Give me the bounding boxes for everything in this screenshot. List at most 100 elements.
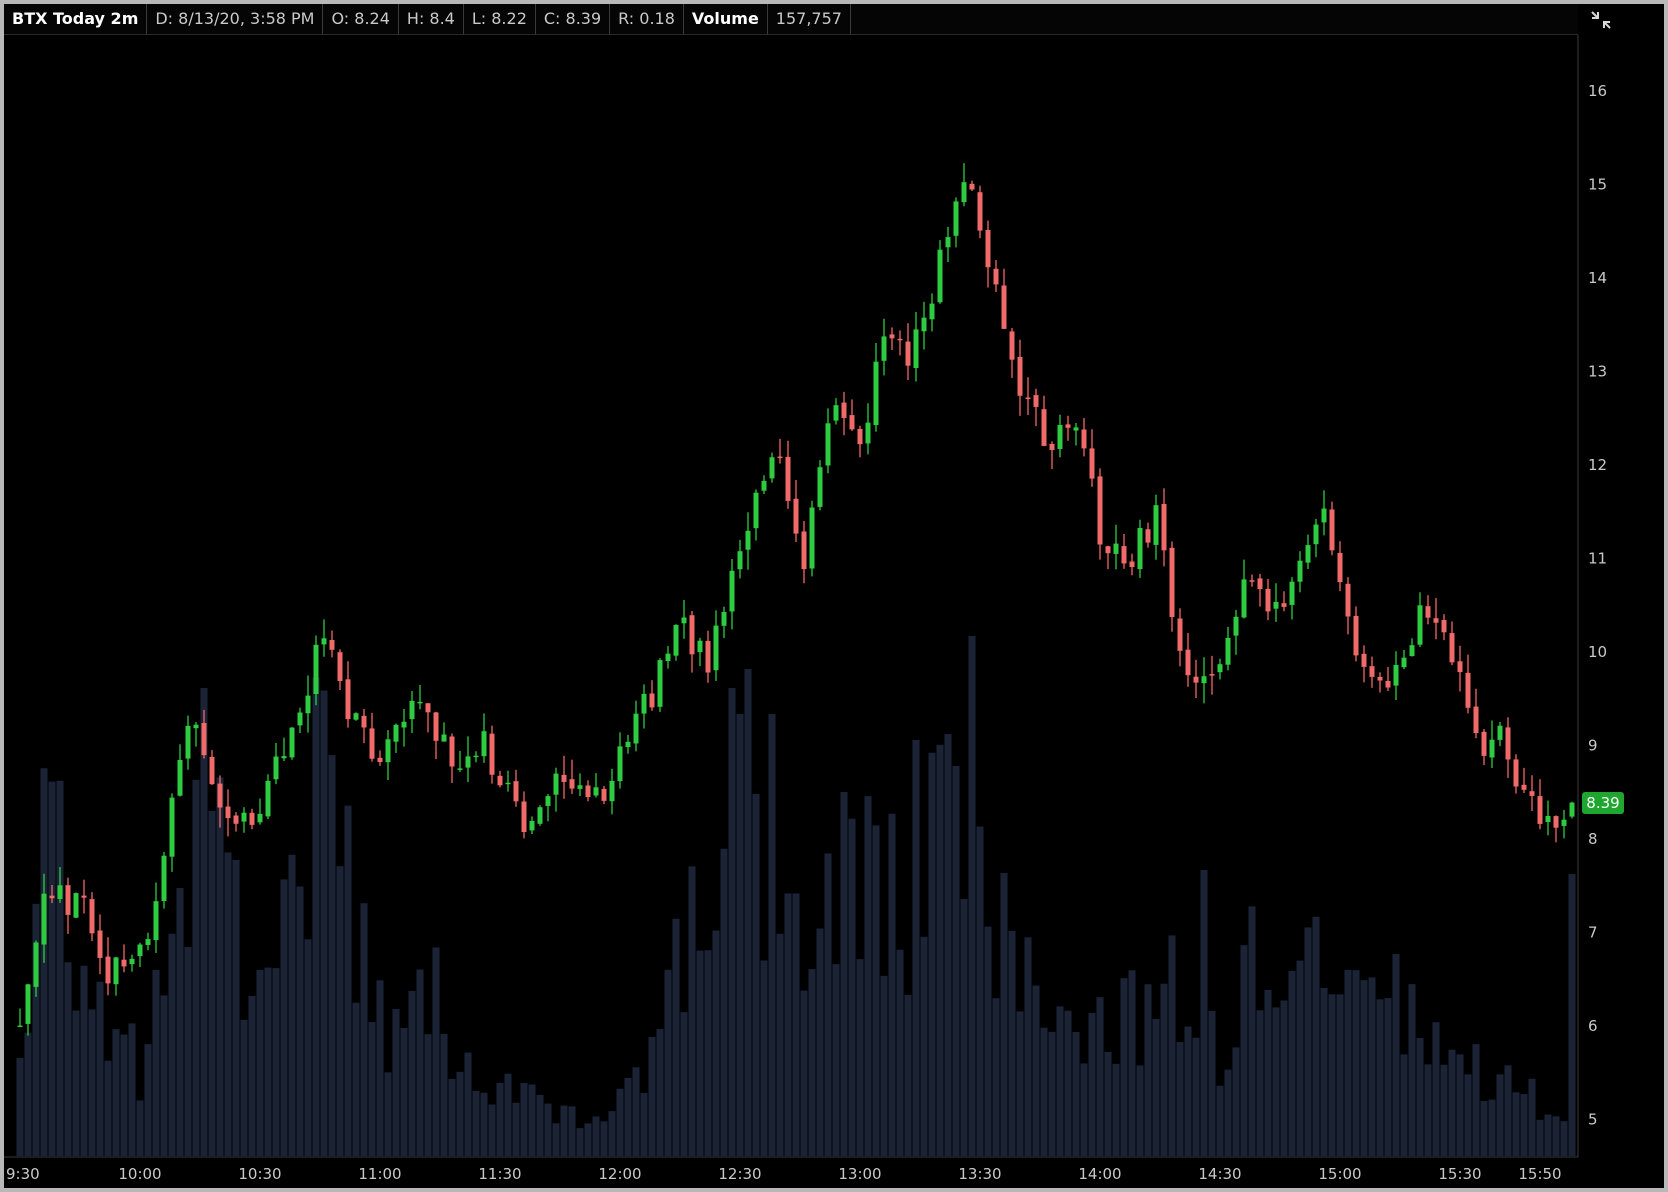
volume-bar (856, 959, 864, 1156)
candle-body (849, 415, 855, 430)
candle-body (1185, 649, 1191, 676)
volume-bar (16, 1057, 24, 1156)
candle-body (697, 640, 703, 653)
volume-bar (376, 980, 384, 1156)
volume-bar (952, 766, 960, 1156)
volume-bar (656, 1028, 664, 1156)
candle-body (241, 812, 247, 822)
candle-body (529, 821, 535, 831)
volume-bar (1200, 870, 1208, 1156)
volume-bar (1224, 1069, 1232, 1156)
candle-body (1313, 524, 1319, 545)
volume-bar (592, 1116, 600, 1156)
volume-bar (128, 1023, 136, 1156)
candle-body (401, 721, 407, 728)
y-tick-label: 16 (1588, 82, 1607, 100)
volume-bar (1096, 997, 1104, 1156)
candle-body (329, 640, 335, 650)
candle-body (1057, 425, 1063, 449)
volume-bar (440, 1033, 448, 1156)
volume-bar (696, 950, 704, 1156)
volume-bar (1408, 984, 1416, 1156)
candle-body (1265, 588, 1271, 612)
candle-body (801, 531, 807, 570)
candle-body (489, 733, 495, 775)
candle-body (1513, 759, 1519, 787)
y-tick-label: 11 (1588, 550, 1607, 568)
candle-body (353, 713, 359, 720)
volume-bar (224, 852, 232, 1156)
volume-bar (808, 969, 816, 1156)
volume-bar (24, 1032, 32, 1156)
candle-body (313, 644, 319, 694)
volume-bar (608, 1111, 616, 1156)
candle-body (521, 801, 527, 832)
volume-bar (880, 975, 888, 1156)
candle-body (465, 756, 471, 768)
candle-body (1321, 508, 1327, 523)
candle-body (441, 734, 447, 742)
candle-body (1417, 605, 1423, 645)
volume-value: 157,757 (768, 4, 851, 34)
volume-bar (112, 1029, 120, 1156)
volume-bar (1376, 999, 1384, 1156)
candle-body (553, 773, 559, 795)
candle-body (809, 507, 815, 569)
candle-body (105, 956, 111, 984)
volume-bar (1320, 988, 1328, 1156)
symbol-label[interactable]: BTX Today 2m (4, 4, 148, 34)
candle-body (497, 775, 503, 786)
volume-bar (408, 991, 416, 1156)
volume-bar (1296, 960, 1304, 1156)
volume-bar (448, 1078, 456, 1156)
x-tick-label: 10:30 (238, 1165, 281, 1183)
volume-bar (1368, 977, 1376, 1156)
candle-body (1433, 618, 1439, 623)
candle-body (209, 757, 215, 785)
collapse-arrows-icon[interactable] (1586, 8, 1616, 32)
candle-body (977, 192, 983, 231)
candle-body (913, 329, 919, 368)
volume-bar (624, 1077, 632, 1156)
volume-bar (1256, 1010, 1264, 1156)
candle-body (641, 693, 647, 714)
candle-body (737, 551, 743, 570)
volume-bar (928, 752, 936, 1156)
candle-body (713, 625, 719, 671)
candle-body (1329, 509, 1335, 551)
volume-bar (320, 690, 328, 1156)
volume-bar (160, 995, 168, 1156)
candle-body (121, 959, 127, 967)
y-tick-label: 9 (1588, 737, 1598, 755)
volume-bar (888, 813, 896, 1156)
volume-bar (816, 928, 824, 1156)
candle-body (1305, 545, 1311, 563)
candle-body (1105, 546, 1111, 554)
volume-bar (1496, 1074, 1504, 1156)
volume-bar (1072, 1032, 1080, 1156)
volume-bar (744, 669, 752, 1156)
candle-body (1225, 638, 1231, 665)
x-tick-label: 9:30 (6, 1165, 40, 1183)
candle-body (1425, 606, 1431, 618)
candle-body (1465, 672, 1471, 708)
volume-bar (712, 930, 720, 1156)
volume-bar (1512, 1092, 1520, 1156)
volume-bar (1152, 1019, 1160, 1156)
volume-bar (1168, 935, 1176, 1156)
x-tick-label: 13:00 (838, 1165, 881, 1183)
chart-canvas[interactable]: 16 15 14 13 12 11 10 9 8 7 6 5 9:30 10:00 10:30 11:00 1… (4, 4, 1664, 1188)
candle-body (217, 783, 223, 808)
candle-body (161, 855, 167, 901)
y-tick-label: 6 (1588, 1017, 1598, 1035)
candle-body (193, 724, 199, 729)
volume-bar (776, 933, 784, 1156)
volume-bar (1088, 1012, 1096, 1156)
candle-body (33, 942, 39, 987)
candle-body (249, 812, 255, 825)
candle-body (969, 183, 975, 190)
candle-body (361, 715, 367, 728)
volume-bar (1128, 970, 1136, 1156)
volume-bar (1416, 1038, 1424, 1156)
candle-body (769, 457, 775, 479)
